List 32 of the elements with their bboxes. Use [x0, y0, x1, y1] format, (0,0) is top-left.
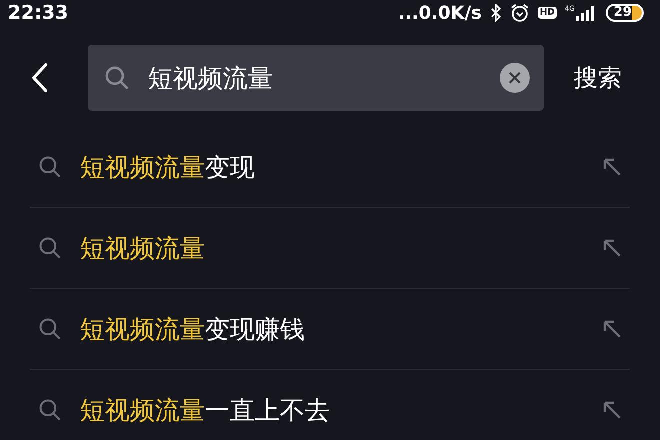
search-icon — [38, 155, 62, 179]
search-icon — [104, 65, 130, 91]
status-time: 22:33 — [8, 2, 68, 24]
arrow-up-left-icon — [602, 157, 622, 177]
back-icon — [32, 63, 48, 93]
arrow-up-left-icon — [602, 400, 622, 420]
bluetooth-icon — [490, 4, 502, 22]
fill-in-button[interactable] — [602, 157, 622, 177]
arrow-up-left-icon — [602, 238, 622, 258]
fill-in-button[interactable] — [602, 238, 622, 258]
search-icon — [38, 398, 62, 422]
arrow-up-left-icon — [602, 319, 622, 339]
fill-in-button[interactable] — [602, 400, 622, 420]
network-speed: ...0.0K/s — [398, 2, 482, 24]
suggestion-text: 短视频流量一直上不去 — [80, 394, 331, 426]
search-button[interactable]: 搜索 — [574, 62, 622, 94]
fill-in-button[interactable] — [602, 319, 622, 339]
suggestion-item[interactable]: 短视频流量变现 — [30, 127, 630, 208]
suggestion-item[interactable]: 短视频流量一直上不去 — [30, 370, 630, 440]
search-icon — [38, 317, 62, 341]
hd-badge: HD — [538, 7, 558, 19]
search-field[interactable]: 短视频流量 — [88, 45, 544, 111]
suggestion-item[interactable]: 短视频流量 — [30, 208, 630, 289]
battery-indicator: 29 — [606, 4, 644, 22]
suggestion-text: 短视频流量 — [80, 232, 206, 264]
suggestion-text: 短视频流量变现赚钱 — [80, 314, 306, 346]
search-icon — [38, 236, 62, 260]
suggestion-text: 短视频流量变现 — [80, 152, 256, 184]
alarm-icon — [510, 3, 530, 23]
clear-button[interactable] — [500, 63, 530, 93]
close-icon — [509, 72, 521, 84]
suggestion-item[interactable]: 短视频流量变现赚钱 — [30, 289, 630, 370]
